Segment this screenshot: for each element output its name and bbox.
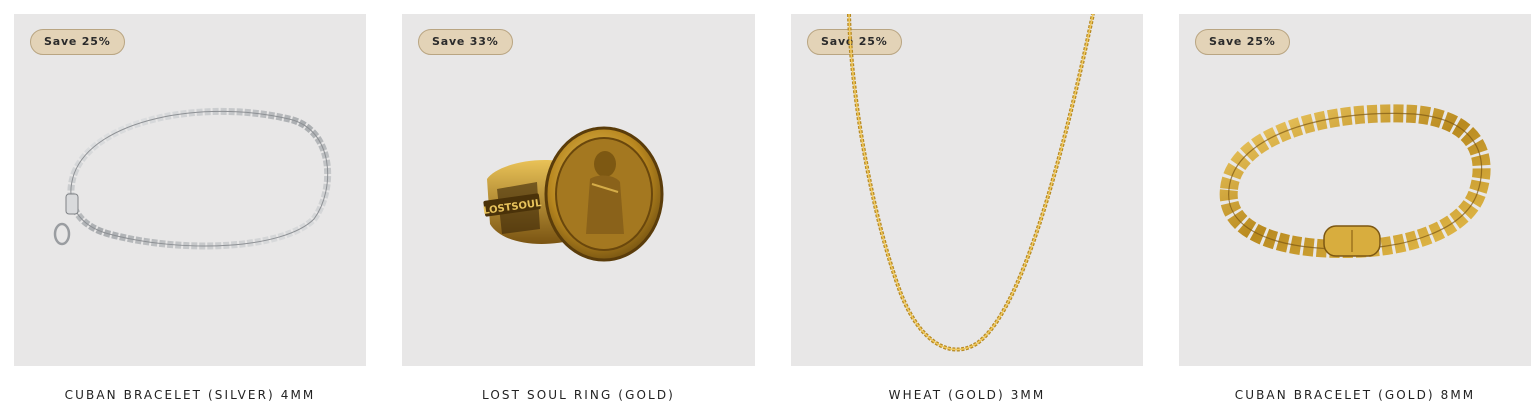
product-image-link[interactable]: Save 25%: [791, 14, 1143, 366]
silver-chain-bracelet-icon: [53, 107, 332, 250]
gold-chain-necklace-icon: [847, 14, 1095, 352]
product-card[interactable]: Save 33% LOSTSOUL LOST SOUL RING (GOLD): [402, 14, 755, 402]
product-card[interactable]: Save 25% WHEAT (GOLD) 3MM: [791, 14, 1143, 402]
product-title[interactable]: CUBAN BRACELET (SILVER) 4MM: [14, 388, 366, 402]
product-title[interactable]: WHEAT (GOLD) 3MM: [791, 388, 1143, 402]
product-card[interactable]: Save 25% CUBAN BRACELET (SILVER) 4MM: [14, 14, 366, 402]
product-title[interactable]: CUBAN BRACELET (GOLD) 8MM: [1179, 388, 1531, 402]
product-image-link[interactable]: Save 25%: [14, 14, 366, 366]
gold-cuban-bracelet-icon: [1219, 104, 1491, 259]
gold-signet-ring-icon: LOSTSOUL: [482, 126, 664, 262]
product-image-link[interactable]: Save 25%: [1179, 14, 1531, 366]
product-card[interactable]: Save 25% CUBAN BRACELET (GOLD) 8MM: [1179, 14, 1531, 402]
product-grid: Save 25% CUBAN BRACELET (SILVER) 4MM Sav…: [0, 0, 1539, 409]
product-title[interactable]: LOST SOUL RING (GOLD): [402, 388, 755, 402]
product-image-link[interactable]: Save 33% LOSTSOUL: [402, 14, 755, 366]
